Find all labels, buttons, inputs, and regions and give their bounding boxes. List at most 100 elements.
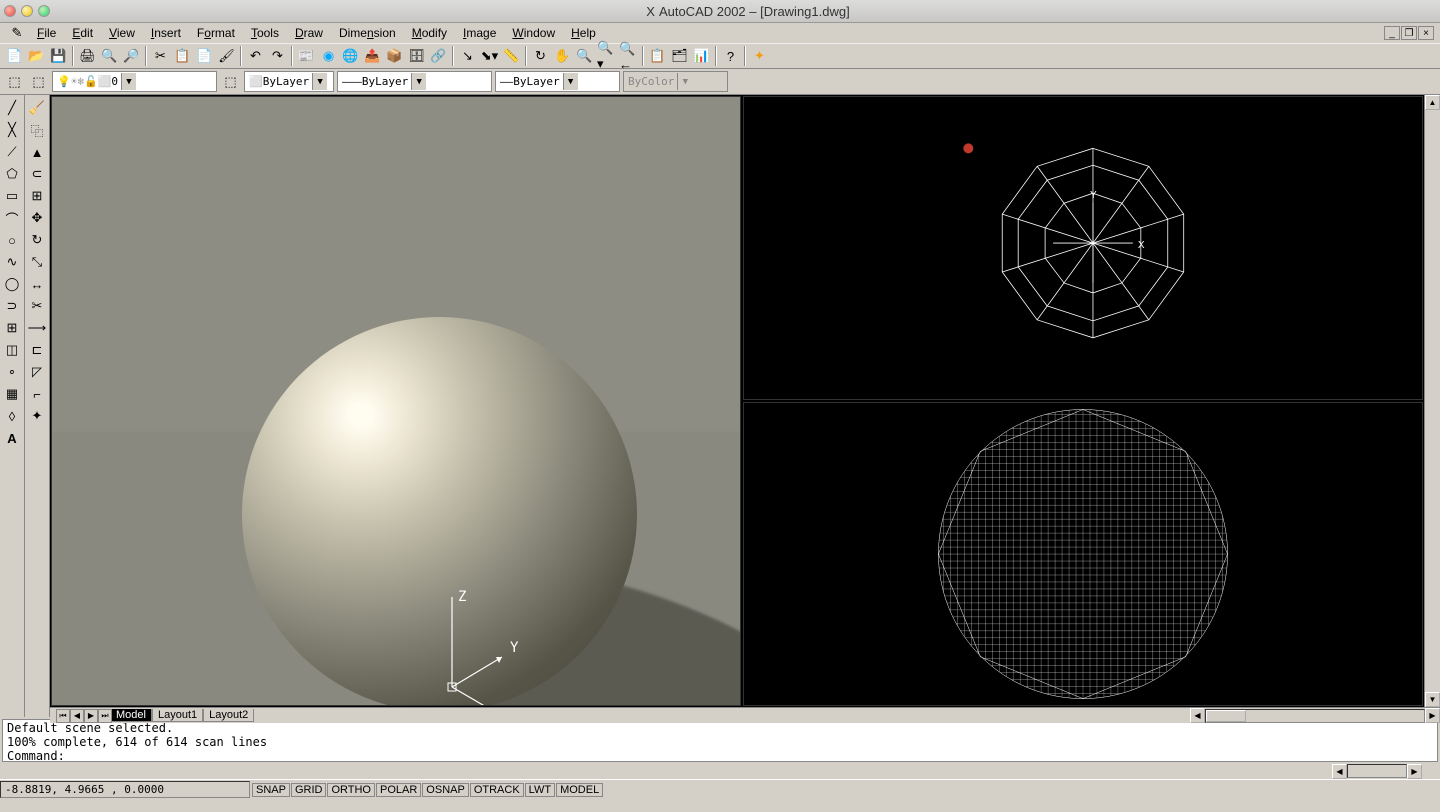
- minimize-icon[interactable]: [21, 5, 33, 17]
- autodesk-icon[interactable]: ◉: [318, 46, 339, 67]
- trim-icon[interactable]: ✂: [26, 295, 48, 317]
- cut-icon[interactable]: ✂: [150, 46, 171, 67]
- layer-dropdown[interactable]: 💡☀❄🔓⬜0▼: [52, 71, 217, 92]
- copy-obj-icon[interactable]: ⿻: [26, 119, 48, 141]
- chamfer-icon[interactable]: ◸: [26, 361, 48, 383]
- chevron-down-icon[interactable]: ▼: [312, 73, 327, 90]
- menu-window[interactable]: Window: [505, 25, 562, 41]
- polygon-icon[interactable]: ⬠: [1, 163, 23, 185]
- menu-dimension[interactable]: Dimension: [332, 25, 403, 41]
- toggle-ortho[interactable]: ORTHO: [327, 783, 375, 797]
- mirror-icon[interactable]: ▲: [26, 141, 48, 163]
- lineweight-dropdown[interactable]: —— ByLayer▼: [495, 71, 620, 92]
- scroll-right-icon[interactable]: ▶: [1425, 708, 1440, 723]
- tab-first-icon[interactable]: ⏮: [56, 709, 70, 723]
- command-window[interactable]: Default scene selected. 100% complete, 6…: [2, 719, 1438, 762]
- scale-icon[interactable]: ⤡: [26, 251, 48, 273]
- ucs-icon[interactable]: ⬊▾: [479, 46, 500, 67]
- properties-icon[interactable]: 📋: [647, 46, 668, 67]
- toggle-model[interactable]: MODEL: [556, 783, 603, 797]
- help-icon[interactable]: ?: [720, 46, 741, 67]
- tab-model[interactable]: Model: [110, 709, 152, 722]
- erase-icon[interactable]: 🧹: [26, 97, 48, 119]
- mdi-close-icon[interactable]: ×: [1418, 26, 1434, 40]
- text-icon[interactable]: A: [1, 427, 23, 449]
- layer-prev-icon[interactable]: ⬚: [28, 71, 49, 92]
- layer-mgr-icon[interactable]: ⬚: [4, 71, 25, 92]
- scroll-down-icon[interactable]: ▼: [1425, 692, 1440, 707]
- ellipse-arc-icon[interactable]: ⊃: [1, 295, 23, 317]
- today-icon[interactable]: 📰: [296, 46, 317, 67]
- tracking-icon[interactable]: ↘: [457, 46, 478, 67]
- extend-icon[interactable]: ⟶: [26, 317, 48, 339]
- cmd-scroll-left-icon[interactable]: ◀: [1332, 764, 1347, 779]
- menu-file[interactable]: File: [30, 25, 63, 41]
- menu-tools[interactable]: Tools: [244, 25, 286, 41]
- menu-image[interactable]: Image: [456, 25, 503, 41]
- insert-icon[interactable]: ⊞: [1, 317, 23, 339]
- menu-modify[interactable]: Modify: [405, 25, 454, 41]
- cmd-scroll-right-icon[interactable]: ▶: [1407, 764, 1422, 779]
- make-layer-icon[interactable]: ⬚: [220, 71, 241, 92]
- line-icon[interactable]: ╱: [1, 97, 23, 119]
- toggle-osnap[interactable]: OSNAP: [422, 783, 469, 797]
- stretch-icon[interactable]: ↔: [26, 273, 48, 295]
- toggle-polar[interactable]: POLAR: [376, 783, 421, 797]
- tab-prev-icon[interactable]: ◀: [70, 709, 84, 723]
- find-icon[interactable]: 🔎: [121, 46, 142, 67]
- copy-icon[interactable]: 📋: [172, 46, 193, 67]
- toggle-otrack[interactable]: OTRACK: [470, 783, 524, 797]
- viewport-front[interactable]: [743, 402, 1423, 706]
- point-icon[interactable]: ∘: [1, 361, 23, 383]
- array-icon[interactable]: ⊞: [26, 185, 48, 207]
- chevron-down-icon[interactable]: ▼: [121, 73, 136, 90]
- redraw-icon[interactable]: ↻: [530, 46, 551, 67]
- plotstyle-dropdown[interactable]: ByColor▼: [623, 71, 728, 92]
- close-icon[interactable]: [4, 5, 16, 17]
- offset-icon[interactable]: ⊂: [26, 163, 48, 185]
- zoom-win-icon[interactable]: 🔍▾: [596, 46, 617, 67]
- linetype-dropdown[interactable]: ——— ByLayer▼: [337, 71, 492, 92]
- active-assist-icon[interactable]: ✦: [749, 46, 770, 67]
- mdi-minimize-icon[interactable]: _: [1384, 26, 1400, 40]
- print-preview-icon[interactable]: 🔍: [99, 46, 120, 67]
- viewport-perspective[interactable]: Z Y X: [51, 96, 741, 706]
- dist-icon[interactable]: 📏: [501, 46, 522, 67]
- undo-icon[interactable]: ↶: [245, 46, 266, 67]
- open-icon[interactable]: 📂: [26, 46, 47, 67]
- window-controls-mac[interactable]: [4, 5, 50, 17]
- menu-draw[interactable]: Draw: [288, 25, 330, 41]
- publish-icon[interactable]: 📤: [362, 46, 383, 67]
- mdi-restore-icon[interactable]: ❐: [1401, 26, 1417, 40]
- scrollbar-vertical[interactable]: ▲ ▼: [1424, 95, 1440, 707]
- block-icon[interactable]: ◫: [1, 339, 23, 361]
- toggle-snap[interactable]: SNAP: [252, 783, 290, 797]
- zoom-rt-icon[interactable]: 🔍: [574, 46, 595, 67]
- ellipse-icon[interactable]: ◯: [1, 273, 23, 295]
- xline-icon[interactable]: ╳: [1, 119, 23, 141]
- break-icon[interactable]: ⊏: [26, 339, 48, 361]
- arc-icon[interactable]: ⌒: [1, 207, 23, 229]
- pan-icon[interactable]: ✋: [552, 46, 573, 67]
- color-dropdown[interactable]: ⬜ByLayer▼: [244, 71, 334, 92]
- etransmit-icon[interactable]: 📦: [384, 46, 405, 67]
- chevron-down-icon[interactable]: ▼: [563, 73, 578, 90]
- maximize-icon[interactable]: [38, 5, 50, 17]
- menu-format[interactable]: Format: [190, 25, 242, 41]
- pline-icon[interactable]: ⟋: [1, 141, 23, 163]
- region-icon[interactable]: ◊: [1, 405, 23, 427]
- toggle-grid[interactable]: GRID: [291, 783, 327, 797]
- new-icon[interactable]: 📄: [4, 46, 25, 67]
- tab-layout2[interactable]: Layout2: [203, 709, 254, 722]
- redo-icon[interactable]: ↷: [267, 46, 288, 67]
- paste-icon[interactable]: 📄: [194, 46, 215, 67]
- print-icon[interactable]: 🖨: [77, 46, 98, 67]
- menu-help[interactable]: Help: [564, 25, 603, 41]
- zoom-prev-icon[interactable]: 🔍←: [618, 46, 639, 67]
- tab-next-icon[interactable]: ▶: [84, 709, 98, 723]
- menu-insert[interactable]: Insert: [144, 25, 188, 41]
- match-icon[interactable]: 🖌: [216, 46, 237, 67]
- tab-layout1[interactable]: Layout1: [152, 709, 203, 722]
- meet-icon[interactable]: 🌐: [340, 46, 361, 67]
- designcenter-icon[interactable]: 🗂: [669, 46, 690, 67]
